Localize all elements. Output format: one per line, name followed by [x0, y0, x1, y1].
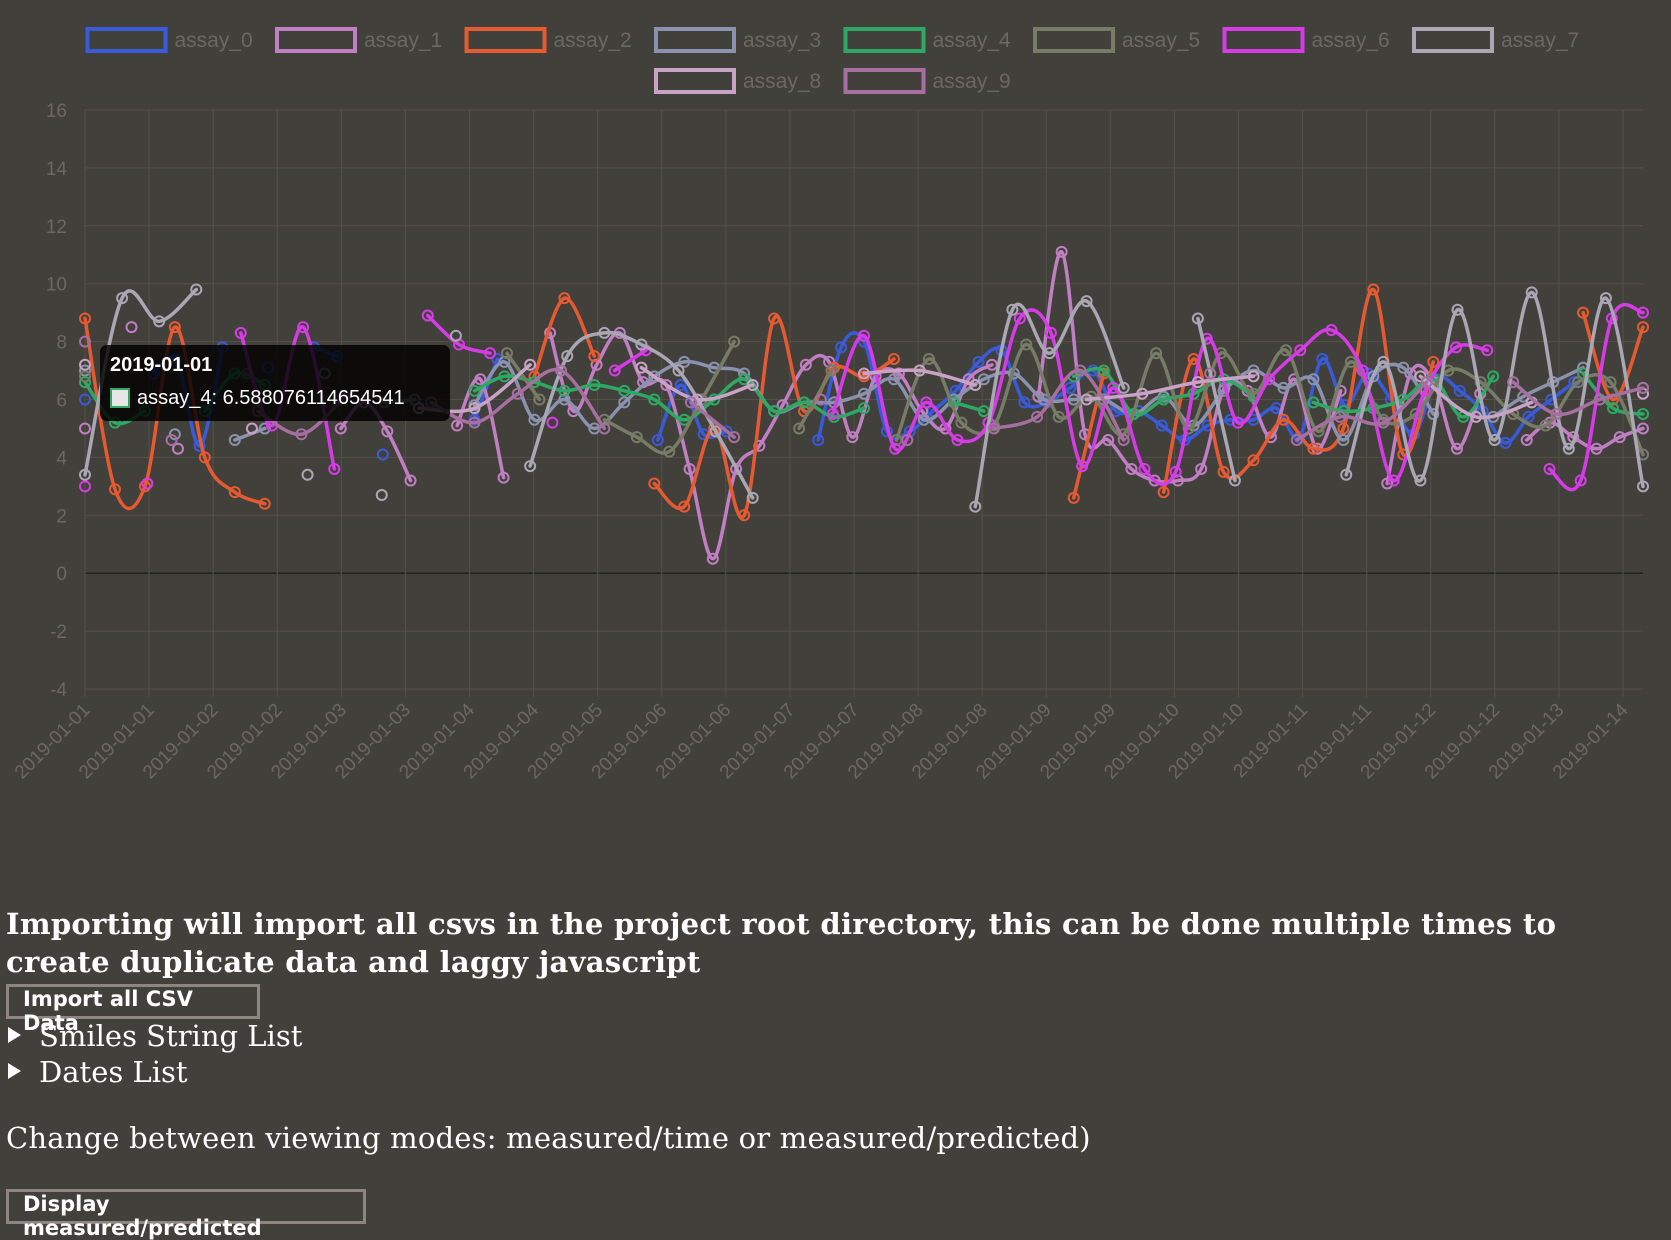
viewing-mode-text: Change between viewing modes: measured/t… [6, 1121, 1091, 1155]
legend-swatch-assay_0 [85, 27, 168, 53]
expand-triangle-icon [8, 1063, 21, 1079]
legend-label-assay_6: assay_6 [1312, 29, 1390, 52]
legend-swatch-assay_5 [1033, 27, 1115, 53]
import-description: Importing will import all csvs in the pr… [6, 907, 1557, 979]
legend-swatch-assay_3 [654, 27, 736, 53]
smiles-list-disclosure[interactable]: Smiles String List [8, 1019, 302, 1053]
legend-label-assay_4: assay_4 [933, 29, 1012, 52]
legend-label-assay_9: assay_9 [933, 70, 1011, 93]
tooltip-title: 2019-01-01 [110, 354, 213, 376]
legend-label-assay_3: assay_3 [743, 29, 821, 52]
series-line-assay_7 [528, 330, 755, 500]
legend-label-assay_8: assay_8 [743, 70, 821, 93]
chart-container[interactable]: 16 14 12 10 8 6 4 2 0 -2 -4 2019-01-01 2019-01-01 201… [0, 0, 1671, 830]
y-tick-label: 14 [46, 159, 68, 180]
data-point-assay_1 [125, 321, 138, 334]
legend-swatch-assay_2 [464, 27, 547, 53]
import-csv-button[interactable]: Import all CSV Data [6, 984, 260, 1035]
legend-label-assay_5: assay_5 [1122, 29, 1200, 52]
y-tick-label: 4 [56, 448, 67, 469]
legend-swatch-assay_6 [1222, 27, 1305, 53]
y-tick-label: 2 [56, 506, 67, 527]
y-tick-label: 16 [46, 101, 67, 122]
legend-swatch-assay_7 [1412, 27, 1494, 53]
y-tick-label: 8 [56, 333, 67, 354]
display-measured-predicted-button[interactable]: Display measured/predicted [6, 1189, 366, 1240]
y-tick-label: -4 [50, 680, 67, 701]
dates-list-disclosure[interactable]: Dates List [8, 1055, 188, 1089]
y-tick-label: 12 [46, 217, 67, 238]
expand-triangle-icon [8, 1027, 21, 1043]
legend-swatch-assay_9 [843, 68, 926, 94]
legend-label-assay_7: assay_7 [1501, 29, 1579, 52]
legend-label-assay_0: assay_0 [175, 29, 253, 52]
chart-tooltip: 2019-01-01 assay_4: 6.588076114654541 [100, 345, 450, 421]
dates-list-label: Dates List [39, 1055, 188, 1089]
data-point-assay_7 [301, 468, 314, 481]
smiles-list-label: Smiles String List [39, 1019, 303, 1053]
data-point-assay_0 [376, 448, 389, 461]
tooltip-color-swatch [110, 388, 130, 408]
legend-label-assay_2: assay_2 [554, 29, 632, 52]
legend-label-assay_1: assay_1 [364, 29, 442, 52]
legend-swatch-assay_1 [275, 27, 357, 53]
legend-swatch-assay_8 [654, 68, 736, 94]
y-tick-label: 10 [46, 275, 67, 296]
y-tick-label: 0 [56, 564, 67, 585]
tooltip-value: assay_4: 6.588076114654541 [137, 387, 405, 409]
y-tick-label: -2 [50, 622, 67, 643]
y-tick-label: 6 [56, 391, 67, 412]
data-point-assay_6 [546, 416, 559, 429]
legend-swatch-assay_4 [843, 27, 926, 53]
data-point-assay_7 [375, 489, 388, 502]
